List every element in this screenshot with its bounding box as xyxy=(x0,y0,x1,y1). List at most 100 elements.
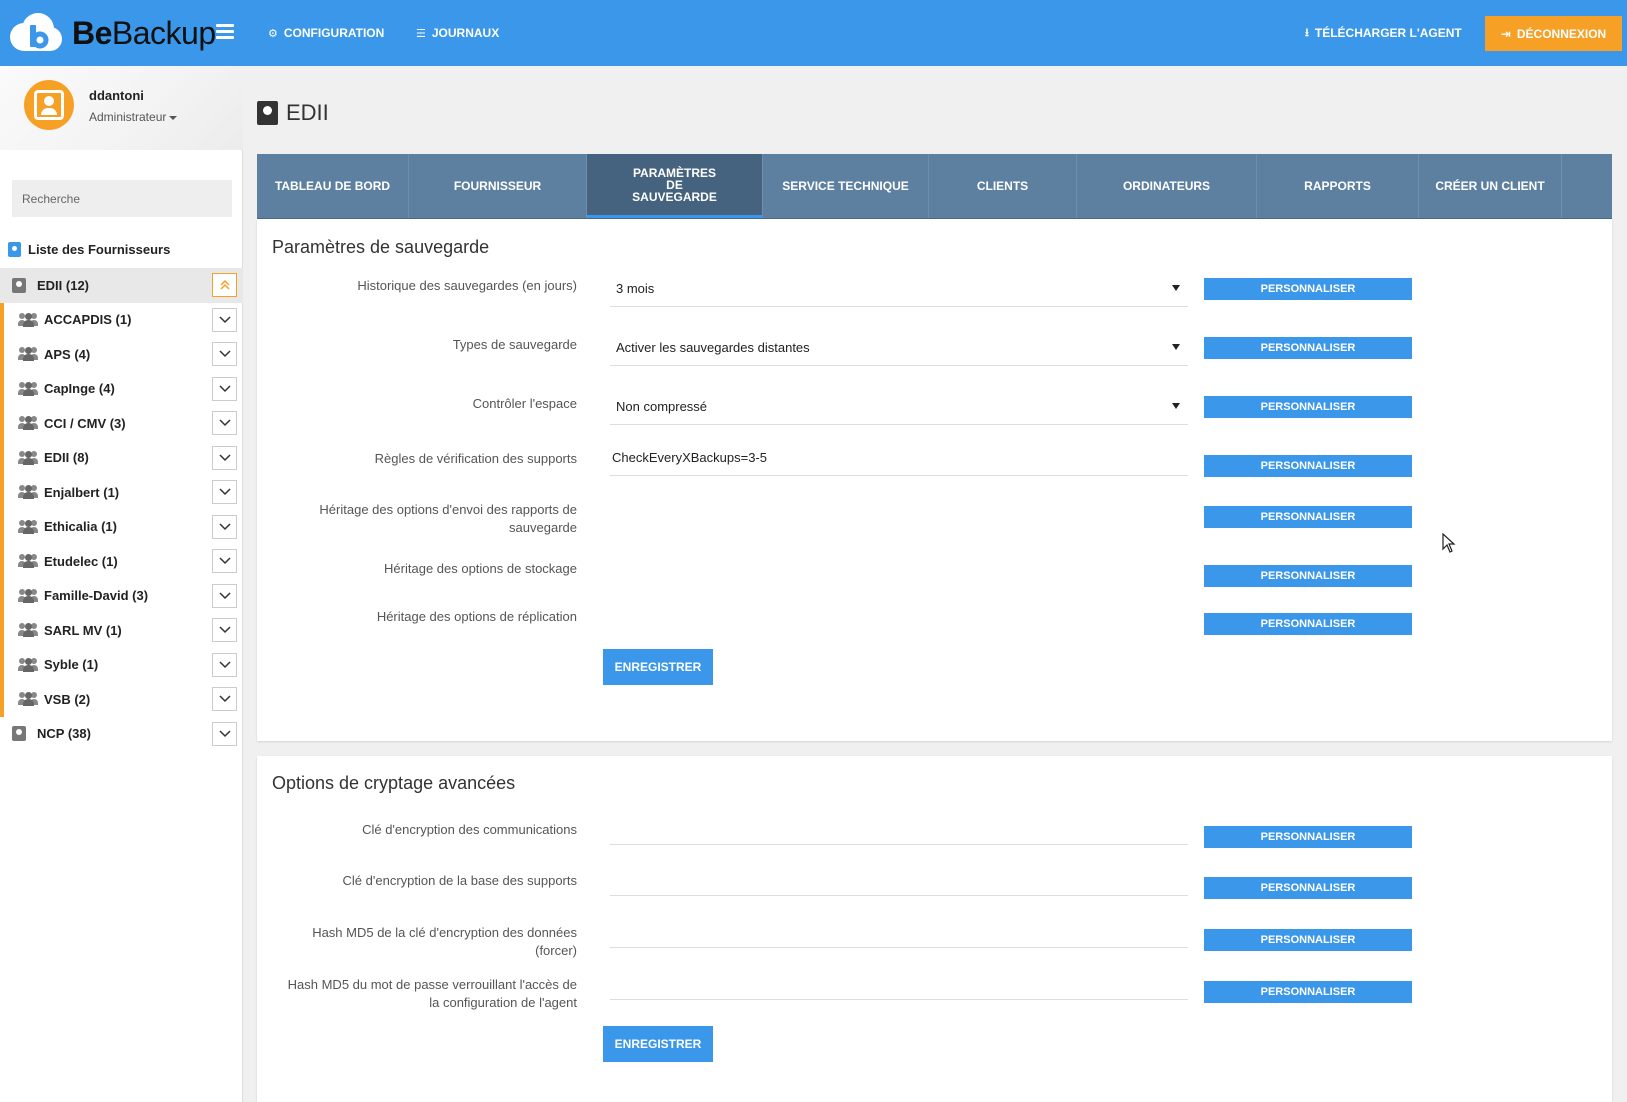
customize-space-button[interactable]: PERSONNALISER xyxy=(1204,396,1412,418)
nav-journaux[interactable]: ☰ JOURNAUX xyxy=(416,0,499,66)
tab-bar: TABLEAU DE BORD FOURNISSEUR PARAMÈTRES DE … xyxy=(257,154,1612,219)
sidebar-item-label: APS (4) xyxy=(44,346,91,362)
tab[interactable]: CLIENTS xyxy=(929,154,1077,218)
chevron-down-icon xyxy=(218,488,231,496)
sidebar-item[interactable]: EDII (12) xyxy=(0,268,243,303)
sidebar-item-label: Famille-David (3) xyxy=(44,588,149,604)
nav-configuration[interactable]: ⚙ CONFIGURATION xyxy=(268,0,384,66)
expand-toggle[interactable] xyxy=(212,480,237,504)
users-icon xyxy=(18,485,38,500)
caret-down-icon xyxy=(1172,285,1180,291)
expand-toggle[interactable] xyxy=(212,652,237,677)
customize-types-button[interactable]: PERSONNALISER xyxy=(1204,337,1412,359)
storage-label: Héritage des options de stockage xyxy=(384,561,577,576)
sidebar-item[interactable]: Famille-David (3) xyxy=(0,578,243,613)
tab[interactable]: RAPPORTS xyxy=(1257,154,1419,218)
sidebar-item[interactable]: VSB (2) xyxy=(0,682,243,717)
top-bar: BeBackup ⚙ CONFIGURATION ☰ JOURNAUX ⭳ TÉ… xyxy=(0,0,1627,66)
md5-agent-label: Hash MD5 du mot de passe verrouillant l'… xyxy=(287,977,577,1010)
collapse-toggle[interactable] xyxy=(212,273,237,297)
tab[interactable]: FOURNISSEUR xyxy=(409,154,587,218)
customize-reports-button[interactable]: PERSONNALISER xyxy=(1204,506,1412,528)
sidebar-item[interactable]: Ethicalia (1) xyxy=(0,509,243,544)
tab[interactable]: TABLEAU DE BORD xyxy=(257,154,409,218)
sidebar-item[interactable]: Enjalbert (1) xyxy=(0,475,243,510)
customize-replication-button[interactable]: PERSONNALISER xyxy=(1204,613,1412,635)
download-agent-link[interactable]: ⭳ TÉLÉCHARGER L'AGENT xyxy=(1305,0,1462,66)
types-select[interactable]: Activer les sauvegardes distantes xyxy=(610,330,1188,366)
customize-db-key-button[interactable]: PERSONNALISER xyxy=(1204,877,1412,899)
logo-text: BeBackup xyxy=(72,14,216,51)
sidebar-item[interactable]: Syble (1) xyxy=(0,647,243,682)
tab[interactable]: PARAMÈTRES DE SAUVEGARDE xyxy=(587,154,763,218)
rules-input[interactable]: CheckEveryXBackups=3-5 xyxy=(610,446,1188,476)
user-role-dropdown[interactable]: Administrateur xyxy=(89,110,178,124)
db-key-input[interactable] xyxy=(610,864,1188,896)
tab[interactable]: SERVICE TECHNIQUE xyxy=(763,154,929,218)
expand-toggle[interactable] xyxy=(212,721,237,746)
customize-storage-button[interactable]: PERSONNALISER xyxy=(1204,565,1412,587)
sidebar-item-label: SARL MV (1) xyxy=(44,622,122,638)
sidebar-item[interactable]: EDII (8) xyxy=(0,440,243,475)
users-icon xyxy=(18,347,38,362)
md5-agent-input[interactable] xyxy=(610,968,1188,1000)
space-select[interactable]: Non compressé xyxy=(610,389,1188,425)
chevron-down-icon xyxy=(218,626,231,634)
md5-data-input[interactable] xyxy=(610,916,1188,948)
expand-toggle[interactable] xyxy=(212,411,237,435)
tab[interactable]: ORDINATEURS xyxy=(1077,154,1257,218)
search-input[interactable] xyxy=(12,180,232,217)
db-key-label: Clé d'encryption de la base des supports xyxy=(342,873,577,888)
sidebar-item[interactable]: APS (4) xyxy=(0,337,243,372)
user-contact-icon xyxy=(34,90,64,120)
space-label: Contrôler l'espace xyxy=(472,396,577,411)
expand-toggle[interactable] xyxy=(212,307,237,332)
chevron-down-icon xyxy=(218,729,231,737)
caret-down-icon xyxy=(1172,344,1180,350)
mouse-cursor-icon xyxy=(1442,533,1456,553)
expand-toggle[interactable] xyxy=(212,687,237,711)
sidebar-item[interactable]: SARL MV (1) xyxy=(0,613,243,648)
chevron-down-icon xyxy=(218,453,231,461)
cloud-logo-icon xyxy=(10,13,62,51)
users-icon xyxy=(18,381,38,396)
users-icon xyxy=(18,554,38,569)
users-icon xyxy=(18,519,38,534)
save-encryption-button[interactable]: ENREGISTRER xyxy=(603,1026,713,1062)
history-select[interactable]: 3 mois xyxy=(610,271,1188,307)
logout-button[interactable]: ⇥ DÉCONNEXION xyxy=(1485,16,1622,51)
sidebar-item-label: CCI / CMV (3) xyxy=(44,415,126,431)
expand-toggle[interactable] xyxy=(212,514,237,539)
md5-data-label: Hash MD5 de la clé d'encryption des donn… xyxy=(312,925,577,958)
types-label: Types de sauvegarde xyxy=(452,337,577,352)
contact-book-icon xyxy=(12,726,26,742)
menu-toggle-icon[interactable] xyxy=(216,24,234,40)
customize-rules-button[interactable]: PERSONNALISER xyxy=(1204,455,1412,477)
tab[interactable]: CRÉER UN CLIENT xyxy=(1419,154,1562,218)
customize-comm-key-button[interactable]: PERSONNALISER xyxy=(1204,826,1412,848)
users-icon xyxy=(18,450,38,465)
expand-toggle[interactable] xyxy=(212,445,237,470)
customize-md5-data-button[interactable]: PERSONNALISER xyxy=(1204,929,1412,951)
sidebar-item[interactable]: ACCAPDIS (1) xyxy=(0,302,243,337)
customize-md5-agent-button[interactable]: PERSONNALISER xyxy=(1204,981,1412,1003)
sidebar-item[interactable]: CapInge (4) xyxy=(0,371,243,406)
chevron-down-icon xyxy=(218,384,231,392)
sidebar-item[interactable]: NCP (38) xyxy=(0,717,243,752)
save-backup-settings-button[interactable]: ENREGISTRER xyxy=(603,649,713,685)
expand-toggle[interactable] xyxy=(212,376,237,401)
sidebar-item-label: EDII (8) xyxy=(44,450,89,466)
chevron-down-icon xyxy=(218,350,231,358)
expand-toggle[interactable] xyxy=(212,583,237,608)
users-icon xyxy=(18,312,38,327)
logo[interactable]: BeBackup xyxy=(6,10,216,56)
users-icon xyxy=(18,588,38,603)
customize-history-button[interactable]: PERSONNALISER xyxy=(1204,278,1412,300)
expand-toggle[interactable] xyxy=(212,342,237,366)
comm-key-input[interactable] xyxy=(610,813,1188,845)
sidebar-item[interactable]: Etudelec (1) xyxy=(0,544,243,579)
expand-toggle[interactable] xyxy=(212,549,237,573)
caret-down-icon xyxy=(1172,403,1180,409)
sidebar-item[interactable]: CCI / CMV (3) xyxy=(0,406,243,441)
expand-toggle[interactable] xyxy=(212,618,237,642)
